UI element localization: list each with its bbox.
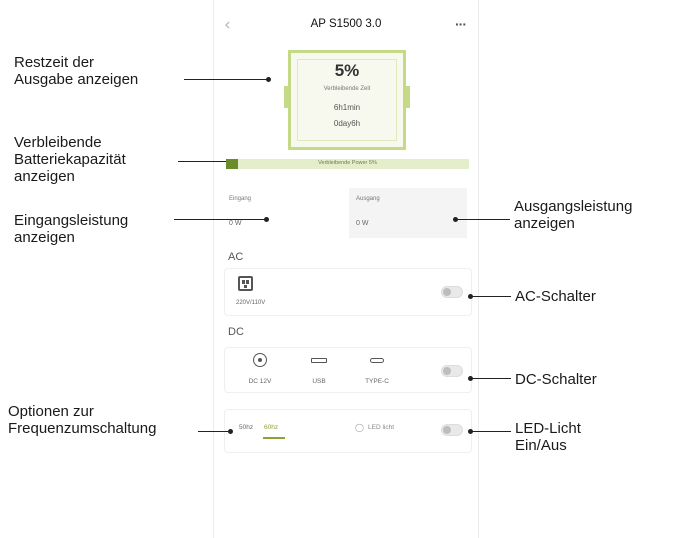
battery-display: 5% Verbleibende Zeit 6h1min 0day6h <box>284 50 410 150</box>
leader-line-ac <box>470 296 511 297</box>
ac-section-title: AC <box>228 251 244 263</box>
annotation-led-line2: Ein/Aus <box>515 437 567 454</box>
annotation-dc-switch: DC-Schalter <box>515 371 597 388</box>
annotation-frequency: Optionen zur Frequenzumschaltung <box>8 403 156 437</box>
annotation-capacity-line1: Verbleibende <box>14 134 102 151</box>
capacity-bar: Verbleibende Power 5% <box>226 159 469 169</box>
ac-outlet-icon <box>238 276 253 291</box>
leader-dot-led <box>468 429 473 434</box>
remaining-time-label: Verbleibende Zeit <box>323 86 371 92</box>
input-power-value: 0 W <box>229 220 242 227</box>
output-power-label: Ausgang <box>356 196 380 202</box>
annotation-output-line1: Ausgangsleistung <box>514 198 633 215</box>
annotation-output-line2: anzeigen <box>514 215 575 232</box>
leader-line-led <box>470 431 511 432</box>
annotation-input-line2: anzeigen <box>14 229 75 246</box>
leader-dot-remaining-time <box>266 77 271 82</box>
annotation-led: LED-Licht Ein/Aus <box>515 420 581 454</box>
freq-selected-underline <box>263 437 285 439</box>
annotation-freq-line1: Optionen zur <box>8 403 94 420</box>
leader-dot-frequency <box>228 429 233 434</box>
annotation-remaining-time: Restzeit der Ausgabe anzeigen <box>14 54 138 88</box>
input-power-card: Eingang 0 W <box>222 188 340 238</box>
leader-line-frequency <box>198 431 230 432</box>
freq-option-50hz[interactable]: 50hz <box>239 424 253 431</box>
leader-dot-input <box>264 217 269 222</box>
annotation-capacity-line3: anzeigen <box>14 168 75 185</box>
dc-12v-port-icon <box>253 353 267 367</box>
phone-screen: ‹ AP S1500 3.0 ··· 5% Verbleibende Zeit … <box>213 0 479 538</box>
output-power-value: 0 W <box>356 220 369 227</box>
annotation-freq-line2: Frequenzumschaltung <box>8 420 157 437</box>
input-power-label: Eingang <box>229 196 252 202</box>
leader-dot-output <box>453 217 458 222</box>
annotation-input-line1: Eingangsleistung <box>14 212 129 229</box>
type-c-port-icon <box>370 358 384 363</box>
annotation-input-power: Eingangsleistung anzeigen <box>14 212 128 246</box>
top-bar: ‹ AP S1500 3.0 ··· <box>214 14 478 38</box>
dc-section-title: DC <box>228 326 244 338</box>
annotation-remaining-time-line1: Restzeit der <box>14 54 95 71</box>
ac-voltage-label: 220V/110V <box>236 300 266 306</box>
frequency-led-card: 50hz 60hz ◯ LED licht <box>224 409 472 453</box>
leader-dot-dc <box>468 376 473 381</box>
usb-port-icon <box>311 358 327 363</box>
battery-percent: 5% <box>334 61 360 80</box>
dc-card: DC 12V USB TYPE-C <box>224 347 472 393</box>
ac-card: 220V/110V <box>224 268 472 316</box>
leader-line-capacity <box>178 161 226 162</box>
remaining-days-value: 0day6h <box>333 119 361 128</box>
freq-option-60hz[interactable]: 60hz <box>264 424 278 431</box>
leader-dot-ac <box>468 294 473 299</box>
annotation-capacity-line2: Batteriekapazität <box>14 151 126 168</box>
led-light-label: LED licht <box>368 424 395 431</box>
annotation-ac-switch: AC-Schalter <box>515 288 596 305</box>
bulb-icon: ◯ <box>355 423 364 432</box>
remaining-time-value: 6h1min <box>333 103 361 112</box>
leader-line-output <box>455 219 510 220</box>
usb-label: USB <box>312 378 326 385</box>
annotation-capacity: Verbleibende Batteriekapazität anzeigen <box>14 134 126 185</box>
page-title: AP S1500 3.0 <box>310 18 382 30</box>
annotation-led-line1: LED-Licht <box>515 420 581 437</box>
more-icon[interactable]: ··· <box>455 14 467 34</box>
dc-12v-label: DC 12V <box>248 378 272 385</box>
annotation-remaining-time-line2: Ausgabe anzeigen <box>14 71 139 88</box>
output-power-card: Ausgang 0 W <box>349 188 467 238</box>
annotation-output-power: Ausgangsleistung anzeigen <box>514 198 632 232</box>
dc-switch-toggle[interactable] <box>441 365 463 377</box>
type-c-label: TYPE-C <box>365 378 389 385</box>
ac-switch-toggle[interactable] <box>441 286 463 298</box>
leader-line-dc <box>470 378 511 379</box>
led-switch-toggle[interactable] <box>441 424 463 436</box>
leader-line-remaining-time <box>184 79 268 80</box>
capacity-bar-label: Verbleibende Power 5% <box>318 160 377 166</box>
leader-line-input <box>174 219 266 220</box>
